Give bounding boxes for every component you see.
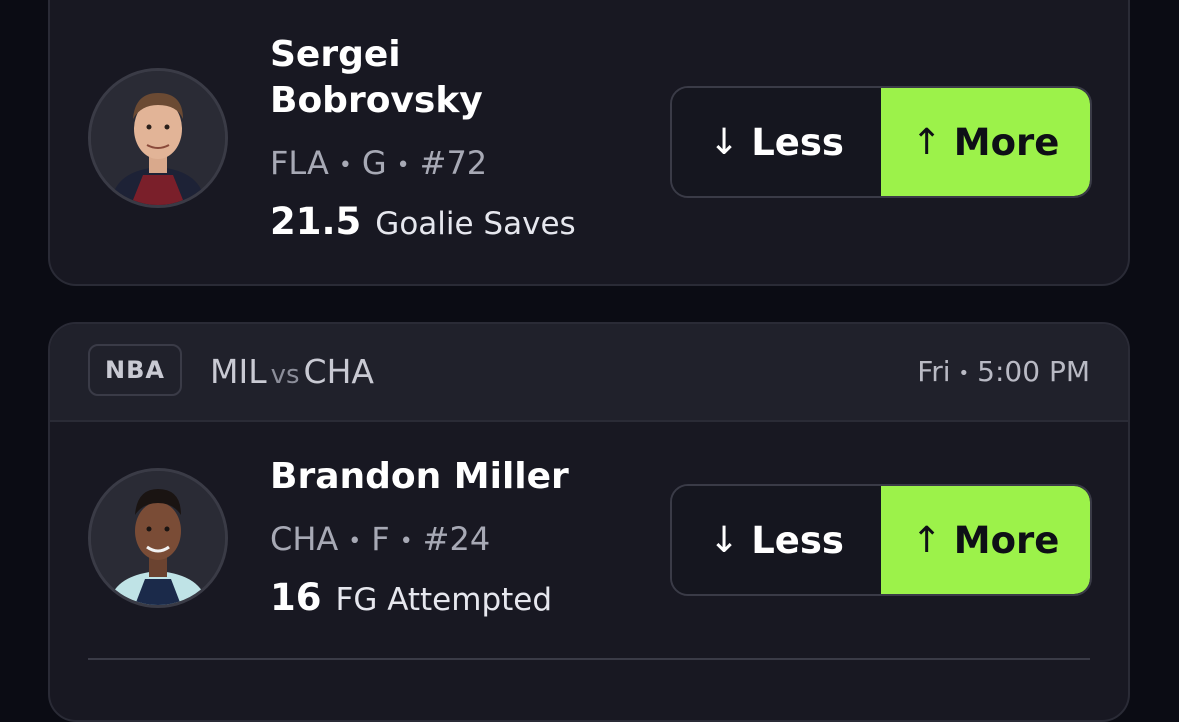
game-header: NBA MIL vs CHA Fri • 5:00 PM: [50, 324, 1128, 422]
less-button[interactable]: ↓ Less: [672, 486, 881, 594]
line-value: 21.5: [270, 200, 362, 243]
less-button[interactable]: ↓ Less: [672, 88, 881, 196]
player-team: FLA: [270, 144, 329, 182]
player-avatar: [88, 68, 228, 208]
more-button[interactable]: ↑ More: [881, 486, 1090, 594]
stat-line: 16 FG Attempted: [270, 576, 552, 619]
card-divider: [88, 658, 1090, 660]
player-name: Brandon Miller: [270, 456, 569, 497]
separator: •: [348, 528, 362, 554]
game-day: Fri: [917, 355, 951, 388]
arrow-up-icon: ↑: [911, 121, 942, 163]
pick-toggle: ↓ Less ↑ More: [670, 86, 1092, 198]
home-team: MIL: [210, 352, 267, 391]
stat-line: 21.5 Goalie Saves: [270, 200, 576, 243]
less-label: Less: [751, 120, 844, 164]
player-photo-icon: [91, 71, 225, 205]
arrow-down-icon: ↓: [709, 121, 740, 163]
line-value: 16: [270, 576, 322, 619]
more-button[interactable]: ↑ More: [881, 88, 1090, 196]
game-clock: 5:00 PM: [977, 355, 1090, 388]
player-name: Sergei Bobrovsky: [270, 34, 483, 121]
more-label: More: [953, 120, 1060, 164]
separator: •: [396, 152, 410, 178]
arrow-up-icon: ↑: [911, 519, 942, 561]
player-meta: FLA • G • #72: [270, 144, 487, 182]
player-number: #24: [422, 520, 491, 558]
prop-card-miller: NBA MIL vs CHA Fri • 5:00 PM Brandon Miller …: [48, 322, 1130, 722]
player-number: #72: [419, 144, 488, 182]
less-label: Less: [751, 518, 844, 562]
matchup: MIL vs CHA: [210, 352, 374, 391]
stat-name: FG Attempted: [335, 582, 553, 618]
player-photo-icon: [91, 471, 225, 605]
pick-toggle: ↓ Less ↑ More: [670, 484, 1092, 596]
player-team: CHA: [270, 520, 339, 558]
player-avatar: [88, 468, 228, 608]
prop-card-bobrovsky: Sergei Bobrovsky FLA • G • #72 21.5 Goalie Sa…: [48, 0, 1130, 286]
stat-name: Goalie Saves: [375, 206, 576, 242]
vs-label: vs: [270, 360, 300, 390]
separator: •: [399, 528, 413, 554]
away-team: CHA: [303, 352, 374, 391]
separator: •: [958, 362, 970, 384]
separator: •: [338, 152, 352, 178]
player-position: F: [371, 520, 390, 558]
player-position: G: [361, 144, 387, 182]
league-badge: NBA: [88, 344, 182, 396]
more-label: More: [953, 518, 1060, 562]
arrow-down-icon: ↓: [709, 519, 740, 561]
player-meta: CHA • F • #24: [270, 520, 490, 558]
game-time: Fri • 5:00 PM: [917, 355, 1090, 388]
